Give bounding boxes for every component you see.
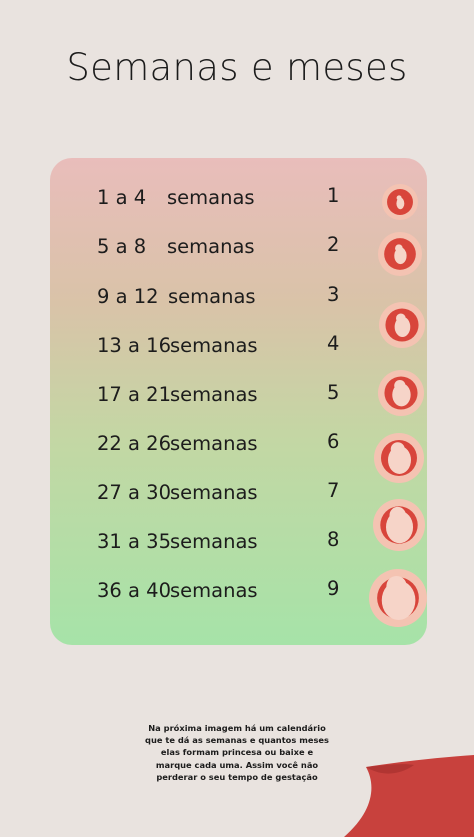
fetus-month-icon (378, 232, 422, 276)
fetus-month-icon (373, 499, 425, 551)
fetus-month-icon (382, 184, 418, 220)
fetus-month-icon (378, 370, 424, 416)
page-title: Semanas e meses (66, 46, 408, 89)
footer-note: Na próxima imagem há um calendário que t… (145, 723, 329, 782)
page-curl-decoration (344, 755, 474, 837)
fetus-illustrations (369, 184, 427, 627)
fetus-month-icon (369, 569, 427, 627)
fetus-month-icon (379, 302, 425, 348)
fetus-month-icon (374, 433, 424, 483)
weeks-months-table: 1 a 4 semanas 1 5 a 8 semanas 2 9 a 12 semanas 3… (50, 158, 427, 645)
